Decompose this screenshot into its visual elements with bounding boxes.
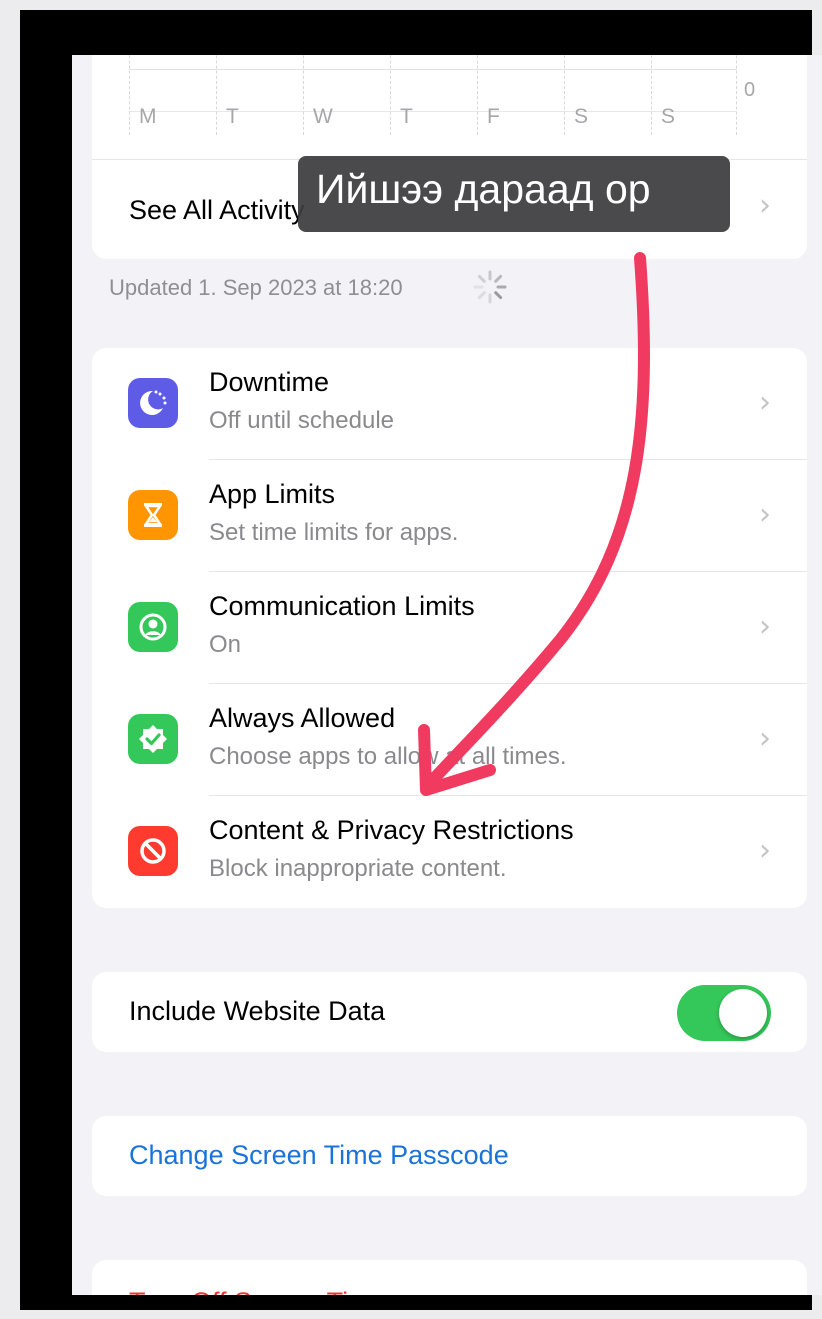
- chart-day-divider: [564, 55, 565, 135]
- settings-row-title: Content & Privacy Restrictions: [209, 815, 574, 845]
- chart-baseline: [129, 111, 737, 112]
- settings-row-content-privacy[interactable]: Content & Privacy Restrictions Block ina…: [92, 796, 807, 908]
- settings-row-always-allowed[interactable]: Always Allowed Choose apps to allow at a…: [92, 684, 807, 796]
- chevron-right-icon: ›: [759, 609, 771, 644]
- chart-day-label: W: [313, 105, 333, 128]
- chart-day-label: T: [226, 105, 239, 128]
- chevron-right-icon: ›: [759, 385, 771, 420]
- chart-day-divider: [129, 55, 130, 135]
- change-passcode-button[interactable]: Change Screen Time Passcode: [92, 1116, 807, 1196]
- chart-day-label: M: [139, 105, 157, 128]
- chart-day-label: S: [574, 105, 589, 128]
- usage-chart: M T W T F S S: [129, 55, 737, 135]
- toggle-knob: [719, 989, 767, 1037]
- include-website-data-toggle[interactable]: [677, 985, 771, 1041]
- settings-row-title: Downtime: [209, 367, 330, 397]
- turn-off-screen-time-label: Turn Off Screen Time: [129, 1287, 386, 1295]
- chart-day-label: S: [661, 105, 676, 128]
- settings-row-title: App Limits: [209, 479, 336, 509]
- settings-row-subtitle: Set time limits for apps.: [209, 519, 459, 546]
- chart-day-divider: [477, 55, 478, 135]
- chart-gridline: [129, 69, 737, 70]
- chevron-right-icon: ›: [759, 188, 771, 223]
- chart-day-divider: [736, 55, 737, 135]
- settings-row-title: Communication Limits: [209, 591, 475, 621]
- settings-row-subtitle: Choose apps to allow at all times.: [209, 743, 567, 770]
- settings-row-subtitle: Off until schedule: [209, 407, 395, 434]
- settings-row-subtitle: Block inappropriate content.: [209, 855, 507, 882]
- see-all-activity-label: See All Activity: [129, 195, 305, 225]
- updated-timestamp: Updated 1. Sep 2023 at 18:20: [109, 275, 403, 300]
- chart-day-label: T: [400, 105, 413, 128]
- instruction-tooltip: Ийшээ дараад ор: [298, 156, 730, 232]
- settings-row-title: Always Allowed: [209, 703, 396, 733]
- chevron-right-icon: ›: [759, 833, 771, 868]
- chart-day-label: F: [487, 105, 500, 128]
- person-circle-icon: [128, 602, 178, 652]
- change-passcode-label: Change Screen Time Passcode: [129, 1140, 509, 1170]
- settings-row-downtime[interactable]: Downtime Off until schedule ›: [92, 348, 807, 460]
- chart-day-divider: [651, 55, 652, 135]
- settings-row-subtitle: On: [209, 631, 242, 658]
- moon-clock-icon: [128, 378, 178, 428]
- chart-day-divider: [216, 55, 217, 135]
- turn-off-screen-time-button[interactable]: Turn Off Screen Time: [92, 1260, 807, 1295]
- checkmark-badge-icon: [128, 714, 178, 764]
- chart-axis-zero: 0: [744, 79, 756, 101]
- screen-time-settings: M T W T F S S 0 See All Activity › Updat…: [72, 55, 822, 1295]
- hourglass-icon: [128, 490, 178, 540]
- chevron-right-icon: ›: [759, 497, 771, 532]
- chart-day-divider: [303, 55, 304, 135]
- include-website-data-label: Include Website Data: [129, 996, 386, 1026]
- chart-day-divider: [390, 55, 391, 135]
- screen-time-options-list: Downtime Off until schedule › App Limits…: [92, 348, 807, 908]
- settings-row-app-limits[interactable]: App Limits Set time limits for apps. ›: [92, 460, 807, 572]
- loading-spinner-icon: [473, 270, 507, 304]
- instruction-tooltip-text: Ийшээ дараад ор: [316, 166, 651, 212]
- chevron-right-icon: ›: [759, 721, 771, 756]
- restriction-icon: [128, 826, 178, 876]
- settings-row-communication-limits[interactable]: Communication Limits On ›: [92, 572, 807, 684]
- website-data-card: Include Website Data: [92, 972, 807, 1052]
